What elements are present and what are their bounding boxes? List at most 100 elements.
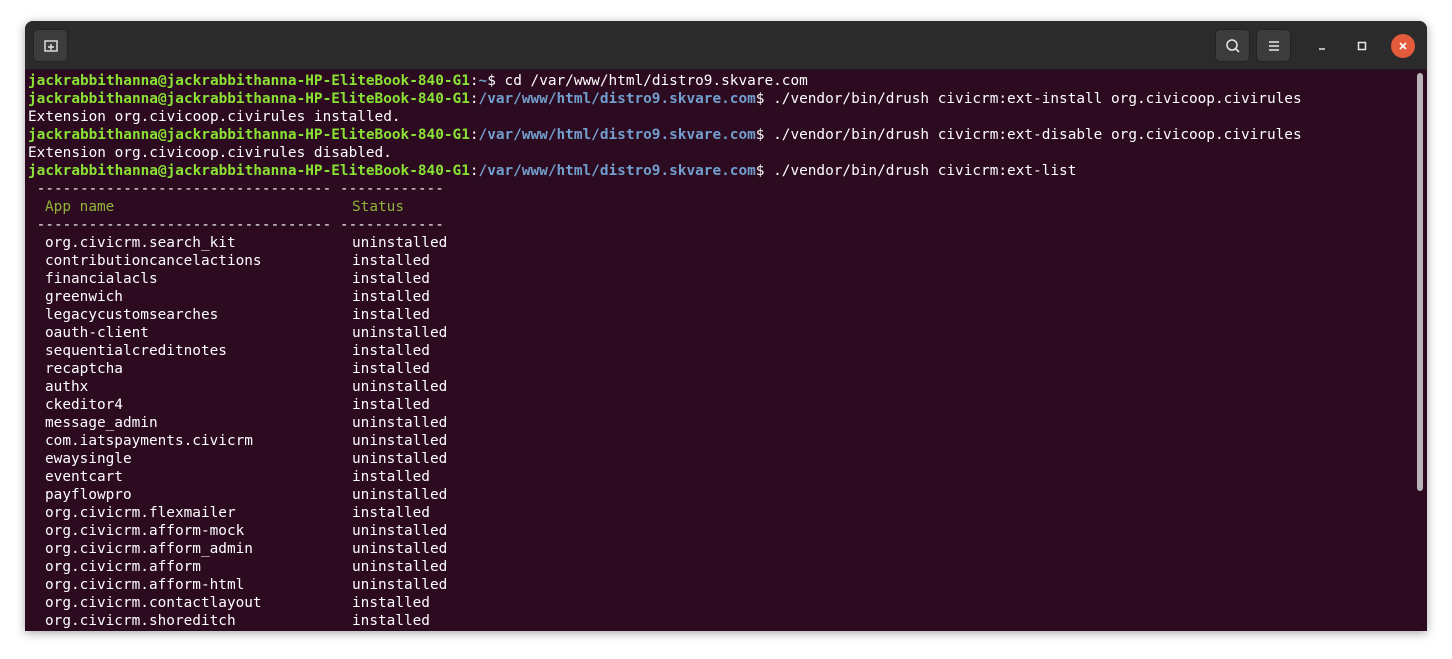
app-name-cell: org.civicrm.shoreditch [45, 613, 236, 629]
close-icon [1399, 42, 1407, 50]
table-row: message_admin uninstalled [28, 414, 1413, 432]
terminal-output[interactable]: jackrabbithanna@jackrabbithanna-HP-Elite… [25, 71, 1413, 631]
table-row: org.civicrm.afform_admin uninstalled [28, 540, 1413, 558]
table-row: eventcart installed [28, 468, 1413, 486]
table-header: App name Status [28, 198, 1413, 216]
app-name-cell: org.civicrm.afform [45, 559, 201, 575]
command-line: jackrabbithanna@jackrabbithanna-HP-Elite… [28, 90, 1413, 108]
app-name-cell: authx [45, 379, 89, 395]
table-row: org.civicrm.flexmailer installed [28, 504, 1413, 522]
prompt-colon: : [469, 127, 479, 143]
app-name-cell: message_admin [45, 415, 158, 431]
app-name-cell: payflowpro [45, 487, 132, 503]
prompt-user-host: jackrabbithanna@jackrabbithanna-HP-Elite… [28, 163, 470, 179]
status-cell: installed [352, 595, 430, 611]
title-bar [25, 21, 1427, 70]
terminal-window: jackrabbithanna@jackrabbithanna-HP-Elite… [25, 21, 1427, 631]
prompt-path: /var/www/html/distro9.skvare.com [478, 127, 756, 143]
table-row: com.iatspayments.civicrm uninstalled [28, 432, 1413, 450]
scrollbar[interactable] [1417, 73, 1423, 491]
app-name-cell: org.civicrm.flexmailer [45, 505, 236, 521]
table-row: oauth-client uninstalled [28, 324, 1413, 342]
status-cell: uninstalled [352, 235, 448, 251]
table-row: org.civicrm.afform-mock uninstalled [28, 522, 1413, 540]
table-row: recaptcha installed [28, 360, 1413, 378]
app-name-cell: org.civicrm.afform_admin [45, 541, 253, 557]
table-row: financialacls installed [28, 270, 1413, 288]
status-cell: uninstalled [352, 325, 448, 341]
status-cell: uninstalled [352, 523, 448, 539]
command-text: ./vendor/bin/drush civicrm:ext-install o… [764, 91, 1302, 107]
table-row: contributioncancelactions installed [28, 252, 1413, 270]
app-name-cell: org.civicrm.afform-mock [45, 523, 245, 539]
table-separator: ---------------------------------- -----… [28, 181, 444, 197]
app-name-cell: oauth-client [45, 325, 149, 341]
command-text: cd /var/www/html/distro9.skvare.com [495, 73, 808, 89]
status-cell: uninstalled [352, 487, 448, 503]
status-cell: installed [352, 343, 430, 359]
app-name-cell: eventcart [45, 469, 123, 485]
app-name-cell: org.civicrm.search_kit [45, 235, 236, 251]
prompt-colon: : [469, 91, 479, 107]
output-text: Extension org.civicoop.civirules install… [28, 109, 401, 125]
minimize-button[interactable] [1310, 34, 1334, 58]
new-tab-icon [43, 39, 58, 52]
table-row: authx uninstalled [28, 378, 1413, 396]
status-cell: uninstalled [352, 451, 448, 467]
app-name-cell: ewaysingle [45, 451, 132, 467]
prompt-user-host: jackrabbithanna@jackrabbithanna-HP-Elite… [28, 91, 470, 107]
output-line: Extension org.civicoop.civirules disable… [28, 144, 1413, 162]
status-cell: uninstalled [352, 379, 448, 395]
app-name-cell: financialacls [45, 271, 158, 287]
command-line: jackrabbithanna@jackrabbithanna-HP-Elite… [28, 72, 1413, 90]
table-row: org.civicrm.contactlayout installed [28, 594, 1413, 612]
command-text: ./vendor/bin/drush civicrm:ext-disable o… [764, 127, 1302, 143]
status-cell: installed [352, 469, 430, 485]
status-cell: uninstalled [352, 433, 448, 449]
prompt-path: /var/www/html/distro9.skvare.com [478, 163, 756, 179]
maximize-button[interactable] [1350, 34, 1374, 58]
table-row: legacycustomsearches installed [28, 306, 1413, 324]
status-cell: installed [352, 361, 430, 377]
app-name-cell: greenwich [45, 289, 123, 305]
table-row: org.civicrm.shoreditch installed [28, 612, 1413, 630]
column-header-app-name: App name [45, 199, 115, 215]
close-button[interactable] [1391, 34, 1415, 58]
app-name-cell: ckeditor4 [45, 397, 123, 413]
prompt-path: /var/www/html/distro9.skvare.com [478, 91, 756, 107]
app-name-cell: org.civicrm.contactlayout [45, 595, 262, 611]
status-cell: installed [352, 271, 430, 287]
prompt-path: ~ [478, 73, 488, 89]
search-button[interactable] [1215, 29, 1250, 62]
app-name-cell: recaptcha [45, 361, 123, 377]
status-cell: installed [352, 613, 430, 629]
status-cell: uninstalled [352, 559, 448, 575]
status-cell: installed [352, 505, 430, 521]
table-row: payflowpro uninstalled [28, 486, 1413, 504]
app-name-cell: sequentialcreditnotes [45, 343, 227, 359]
app-name-cell: org.civicrm.afform-html [45, 577, 245, 593]
prompt-symbol: $ [487, 73, 496, 89]
status-cell: installed [352, 397, 430, 413]
output-text: Extension org.civicoop.civirules disable… [28, 145, 392, 161]
hamburger-menu-icon [1268, 40, 1279, 51]
menu-button[interactable] [1256, 29, 1291, 62]
table-row: org.civicrm.afform uninstalled [28, 558, 1413, 576]
table-separator: ---------------------------------- -----… [28, 217, 444, 233]
command-line: jackrabbithanna@jackrabbithanna-HP-Elite… [28, 126, 1413, 144]
status-cell: installed [352, 253, 430, 269]
table-row: org.civicrm.search_kit uninstalled [28, 234, 1413, 252]
app-name-cell: legacycustomsearches [45, 307, 219, 323]
minimize-icon [1319, 48, 1325, 50]
command-text: ./vendor/bin/drush civicrm:ext-list [764, 163, 1077, 179]
table-row: ckeditor4 installed [28, 396, 1413, 414]
table-row: org.civicrm.afform-html uninstalled [28, 576, 1413, 594]
prompt-user-host: jackrabbithanna@jackrabbithanna-HP-Elite… [28, 73, 470, 89]
prompt-colon: : [469, 163, 479, 179]
search-icon [1225, 38, 1240, 53]
app-name-cell: contributioncancelactions [45, 253, 262, 269]
new-tab-button[interactable] [33, 29, 68, 62]
status-cell: uninstalled [352, 541, 448, 557]
table-row: sequentialcreditnotes installed [28, 342, 1413, 360]
maximize-icon [1357, 41, 1367, 51]
